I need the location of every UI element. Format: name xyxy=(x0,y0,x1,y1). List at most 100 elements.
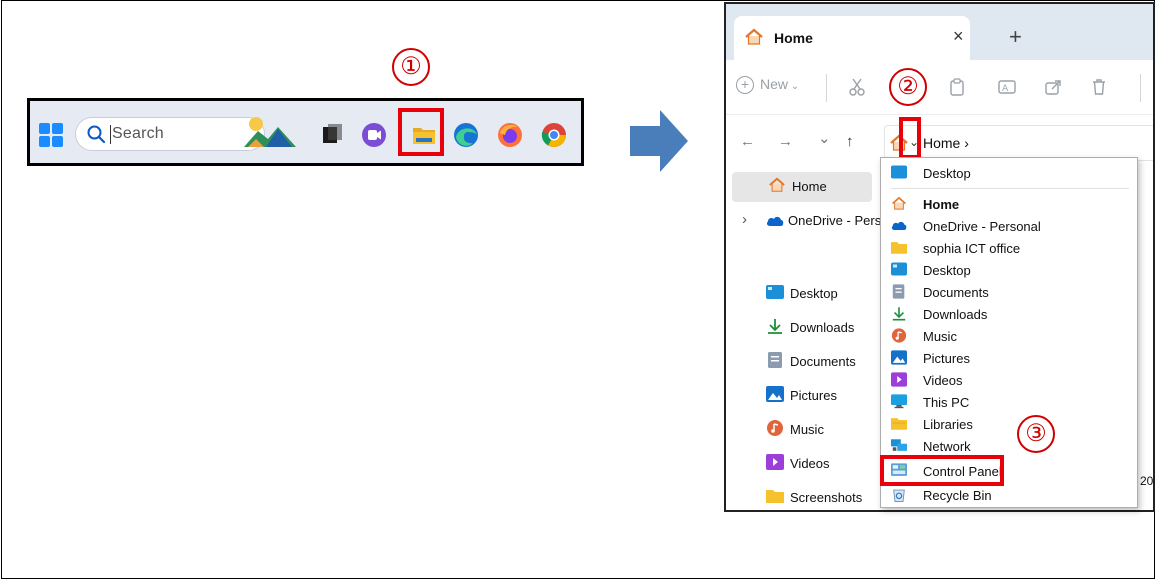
folder-icon xyxy=(766,490,784,503)
sidebar-item-home[interactable]: Home xyxy=(732,172,872,202)
new-button-label: New xyxy=(760,76,789,92)
address-path-home: Home xyxy=(923,135,961,151)
dropdown-item-label: Libraries xyxy=(923,417,973,432)
dropdown-item-label: Videos xyxy=(923,373,963,388)
sidebar-item-label: Screenshots xyxy=(790,490,863,505)
new-button[interactable]: + New ⌄ xyxy=(736,76,799,94)
dropdown-item-label: This PC xyxy=(923,395,970,410)
dropdown-item-downloads[interactable]: Downloads xyxy=(881,303,1137,325)
date-column-cut-text: 202 xyxy=(1140,474,1154,488)
sidebar-item-pictures[interactable]: Pictures xyxy=(726,381,886,411)
dropdown-item-sophia-ict-office[interactable]: sophia ICT office xyxy=(881,237,1137,259)
recycle-bin-icon xyxy=(893,489,905,502)
dropdown-item-label: OneDrive - Personal xyxy=(923,219,1041,234)
music-icon xyxy=(767,420,783,436)
sidebar-item-documents[interactable]: Documents xyxy=(726,347,886,377)
step-1-marker: ① xyxy=(392,48,430,86)
pictures-icon xyxy=(766,386,784,402)
dropdown-item-label: Pictures xyxy=(923,351,970,366)
sidebar-item-screenshots[interactable]: Screenshots xyxy=(726,483,886,510)
paste-icon[interactable] xyxy=(948,78,966,96)
dropdown-item-music[interactable]: Music xyxy=(881,325,1137,347)
dropdown-item-documents[interactable]: Documents xyxy=(881,281,1137,303)
home-icon xyxy=(769,177,785,192)
home-icon xyxy=(892,196,906,210)
dropdown-item-home[interactable]: Home xyxy=(881,193,1137,215)
next-step-arrow-icon xyxy=(630,110,688,172)
dropdown-item-libraries[interactable]: Libraries xyxy=(881,413,1137,435)
computer-icon xyxy=(891,394,907,409)
dropdown-item-desktop[interactable]: Desktop xyxy=(881,162,1137,184)
svg-text:A: A xyxy=(1002,84,1009,94)
dropdown-item-this-pc[interactable]: This PC xyxy=(881,391,1137,413)
tab-close-button[interactable]: × xyxy=(953,26,964,47)
share-icon[interactable] xyxy=(1044,78,1062,96)
dropdown-item-label: Network xyxy=(923,439,971,454)
sidebar-item-videos[interactable]: Videos xyxy=(726,449,886,479)
delete-icon[interactable] xyxy=(1090,78,1108,96)
dropdown-item-videos[interactable]: Videos xyxy=(881,369,1137,391)
back-button[interactable]: ← xyxy=(740,133,755,150)
tab-title: Home xyxy=(774,30,813,46)
home-icon xyxy=(745,28,763,45)
sidebar-item-label: OneDrive - Perso xyxy=(788,213,889,228)
videos-icon xyxy=(766,454,784,470)
libraries-icon xyxy=(891,418,907,430)
dropdown-item-label: Downloads xyxy=(923,307,988,322)
onedrive-icon xyxy=(766,216,784,226)
onedrive-icon xyxy=(891,221,907,230)
address-path[interactable]: Home › xyxy=(923,135,969,151)
task-view-icon[interactable] xyxy=(318,121,346,149)
rename-icon[interactable]: A xyxy=(998,78,1016,96)
sidebar-item-music[interactable]: Music xyxy=(726,415,886,445)
forward-button[interactable]: → xyxy=(778,133,793,150)
divider xyxy=(1140,74,1141,102)
sidebar-item-downloads[interactable]: Downloads xyxy=(726,313,886,343)
download-icon xyxy=(892,307,906,321)
sidebar-item-label: Documents xyxy=(790,354,856,369)
dropdown-item-label: Music xyxy=(923,329,957,344)
dropdown-item-recycle-bin[interactable]: Recycle Bin xyxy=(881,484,1137,506)
sidebar-item-label: Pictures xyxy=(790,388,837,403)
meet-icon[interactable] xyxy=(360,121,388,149)
up-button[interactable]: ↑ xyxy=(846,133,854,150)
step-3-highlight xyxy=(880,455,1004,486)
sidebar-item-desktop[interactable]: Desktop xyxy=(726,279,886,309)
cut-icon[interactable] xyxy=(848,78,866,96)
sidebar-item-onedrive[interactable]: › OneDrive - Perso xyxy=(726,206,889,236)
taskbar-search-box[interactable]: Search xyxy=(75,117,265,151)
recent-locations-button[interactable]: ⌄ xyxy=(818,129,831,147)
desktop-icon xyxy=(766,285,784,299)
download-icon xyxy=(768,319,782,334)
widgets-icon[interactable] xyxy=(242,115,298,149)
sidebar-item-label: Music xyxy=(790,422,824,437)
desktop-icon xyxy=(891,262,907,276)
breadcrumb-separator: › xyxy=(964,135,969,151)
sidebar-item-label: Downloads xyxy=(790,320,855,335)
plus-icon: + xyxy=(736,76,754,94)
divider xyxy=(891,188,1129,189)
dropdown-item-label: Desktop xyxy=(923,166,971,181)
command-bar: + New ⌄ A xyxy=(726,60,1153,114)
sidebar-item-label: Videos xyxy=(790,456,830,471)
sidebar-item-label: Home xyxy=(792,179,827,194)
dropdown-item-pictures[interactable]: Pictures xyxy=(881,347,1137,369)
firefox-icon[interactable] xyxy=(496,121,524,149)
taskbar: Search xyxy=(27,98,584,166)
edge-icon[interactable] xyxy=(452,121,480,149)
tab-home[interactable]: Home × xyxy=(734,16,970,60)
chrome-icon[interactable] xyxy=(540,121,568,149)
address-field[interactable]: ⌄ Home › xyxy=(884,125,1153,161)
dropdown-item-desktop-2[interactable]: Desktop xyxy=(881,259,1137,281)
step-2-marker: ② xyxy=(889,68,927,106)
dropdown-item-network[interactable]: Network xyxy=(881,435,1137,457)
expand-chevron-icon[interactable]: › xyxy=(742,211,747,228)
dropdown-item-label: Home xyxy=(923,197,960,212)
new-tab-button[interactable]: + xyxy=(1009,24,1022,50)
step-2-highlight xyxy=(899,117,921,159)
windows-start-icon[interactable] xyxy=(39,123,63,147)
dropdown-item-label: Desktop xyxy=(923,263,971,278)
dropdown-item-onedrive[interactable]: OneDrive - Personal xyxy=(881,215,1137,237)
music-icon xyxy=(891,328,907,343)
sidebar-item-label: Desktop xyxy=(790,286,838,301)
